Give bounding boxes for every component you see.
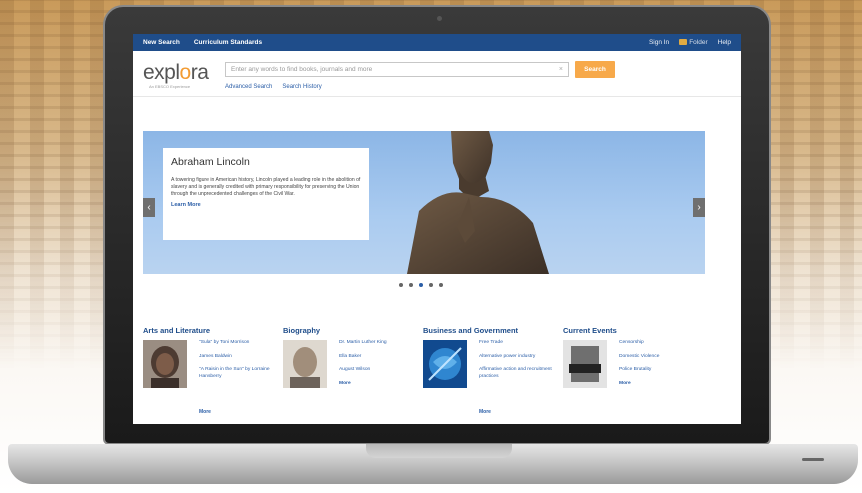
category-biography: Biography Dr. Martin Luther King Ella Ba… (283, 326, 423, 421)
laptop-base (8, 444, 858, 484)
chevron-left-icon[interactable]: ‹ (143, 198, 155, 217)
hero-text: A towering figure in American history, L… (171, 177, 361, 197)
more-link[interactable]: More (479, 409, 491, 415)
curriculum-standards-link[interactable]: Curriculum Standards (194, 39, 262, 46)
censorship-thumbnail (563, 340, 607, 388)
status-light (802, 458, 824, 461)
category-current-events: Current Events Censorship Domestic Viole… (563, 326, 703, 421)
portrait-thumbnail (143, 340, 187, 388)
advanced-search-link[interactable]: Advanced Search (225, 84, 272, 90)
search-history-link[interactable]: Search History (282, 84, 321, 90)
laptop-screen: New Search Curriculum Standards Sign In … (133, 34, 741, 424)
globe-thumbnail (423, 340, 467, 388)
category-link[interactable]: Ella Baker (339, 354, 387, 361)
top-right-links: Sign In Folder Help (649, 39, 731, 46)
hero-title: Abraham Lincoln (171, 156, 250, 168)
more-link[interactable]: More (199, 409, 211, 415)
logo-tagline: An EBSCO Experience (149, 84, 191, 89)
category-title[interactable]: Arts and Literature (143, 326, 283, 335)
category-link[interactable]: Dr. Martin Luther King (339, 340, 387, 347)
portrait-thumbnail (283, 340, 327, 388)
more-link[interactable]: More (339, 381, 387, 388)
category-title[interactable]: Current Events (563, 326, 703, 335)
camera-icon (437, 16, 442, 21)
laptop-notch (366, 444, 512, 458)
category-link[interactable]: "A Raisin in the Sun" by Lorraine Hansbe… (199, 367, 283, 380)
explora-logo[interactable]: explora (143, 61, 209, 85)
folder-icon (679, 39, 688, 46)
logo-text-o: o (179, 61, 192, 84)
search-header: explora An EBSCO Experience Enter any wo… (133, 51, 741, 97)
top-navigation-bar: New Search Curriculum Standards Sign In … (133, 34, 741, 51)
laptop-lid: New Search Curriculum Standards Sign In … (103, 5, 771, 445)
carousel-dot[interactable] (419, 283, 423, 287)
category-title[interactable]: Business and Government (423, 326, 563, 335)
new-search-link[interactable]: New Search (143, 39, 180, 46)
help-link[interactable]: Help (718, 39, 731, 46)
more-link[interactable]: More (619, 381, 659, 388)
category-link[interactable]: Censorship (619, 340, 659, 347)
folder-link[interactable]: Folder (679, 39, 708, 46)
learn-more-link[interactable]: Learn More (171, 202, 361, 208)
category-link[interactable]: Alternative power industry (479, 354, 563, 361)
search-placeholder: Enter any words to find books, journals … (231, 66, 373, 73)
category-link[interactable]: James Baldwin (199, 354, 283, 361)
category-link[interactable]: Police Brutality (619, 367, 659, 374)
carousel-dot[interactable] (439, 283, 443, 287)
search-options: Advanced Search Search History (225, 84, 322, 90)
category-link[interactable]: Domestic Violence (619, 354, 659, 361)
category-link[interactable]: Affirmative action and recruitment pract… (479, 367, 563, 380)
logo-text-start: expl (143, 61, 180, 84)
category-link[interactable]: August Wilson (339, 367, 387, 374)
logo-text-end: ra (190, 61, 209, 84)
search-button[interactable]: Search (575, 61, 615, 78)
search-input[interactable]: Enter any words to find books, journals … (225, 62, 569, 77)
lincoln-statue-image (407, 131, 549, 274)
carousel-dots (399, 283, 443, 287)
category-arts-literature: Arts and Literature "Sula" by Toni Morri… (143, 326, 283, 421)
chevron-right-icon[interactable]: › (693, 198, 705, 217)
category-link[interactable]: Free Trade (479, 340, 563, 347)
category-grid: Arts and Literature "Sula" by Toni Morri… (143, 326, 723, 421)
folder-label: Folder (689, 39, 708, 46)
hero-card: Abraham Lincoln A towering figure in Ame… (163, 148, 369, 240)
category-business-government: Business and Government Free Trade Alter… (423, 326, 563, 421)
sign-in-link[interactable]: Sign In (649, 39, 669, 46)
carousel-dot[interactable] (399, 283, 403, 287)
carousel-dot[interactable] (409, 283, 413, 287)
category-title[interactable]: Biography (283, 326, 423, 335)
category-link[interactable]: "Sula" by Toni Morrison (199, 340, 283, 347)
carousel-dot[interactable] (429, 283, 433, 287)
clear-icon[interactable]: × (559, 66, 563, 73)
hero-carousel: Abraham Lincoln A towering figure in Ame… (143, 131, 705, 274)
